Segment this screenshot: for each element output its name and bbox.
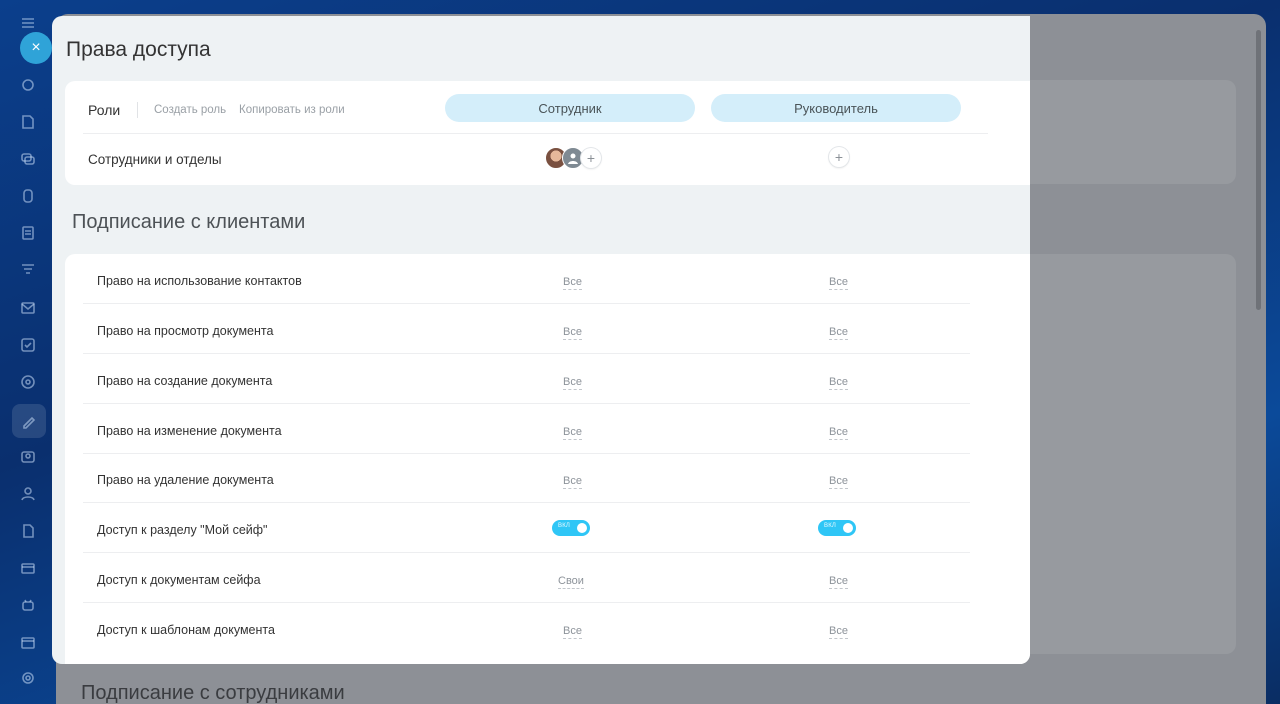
chat-icon[interactable] xyxy=(17,148,39,170)
background-section-title: Подписание с сотрудниками xyxy=(81,682,345,704)
safe-access-toggle-employee[interactable]: ВКЛ xyxy=(552,520,590,536)
permission-label: Право на удаление документа xyxy=(97,473,274,487)
roles-label: Роли xyxy=(88,102,121,118)
roles-card: Роли Создать роль Копировать из роли Сот… xyxy=(65,81,1030,185)
permission-label: Доступ к шаблонам документа xyxy=(97,623,275,637)
permission-value-employee[interactable]: Все xyxy=(563,474,582,489)
permission-value-employee[interactable]: Все xyxy=(563,275,582,290)
robot-icon[interactable] xyxy=(17,594,39,616)
permission-value-manager[interactable]: Все xyxy=(829,325,848,340)
permission-label: Право на изменение документа xyxy=(97,424,282,438)
document-edit-icon[interactable] xyxy=(17,111,39,133)
permission-label: Право на использование контактов xyxy=(97,274,302,288)
add-employee-button[interactable]: + xyxy=(581,148,601,168)
permission-value-employee[interactable]: Все xyxy=(563,325,582,340)
roles-header-row: Роли Создать роль Копировать из роли Сот… xyxy=(83,81,988,134)
section-title: Подписание с клиентами xyxy=(72,211,306,233)
copy-from-role-link[interactable]: Копировать из роли xyxy=(239,104,345,116)
permission-label: Право на просмотр документа xyxy=(97,324,274,338)
permission-value-manager[interactable]: Все xyxy=(829,574,848,589)
toggle-label: ВКЛ xyxy=(824,523,837,529)
permission-row: Право на использование контактов Все Все xyxy=(83,254,970,304)
close-icon: × xyxy=(31,39,41,56)
permission-value-employee[interactable]: Все xyxy=(563,425,582,440)
permission-label: Право на создание документа xyxy=(97,374,273,388)
menu-icon[interactable] xyxy=(17,12,39,34)
notes-icon[interactable] xyxy=(17,222,39,244)
permission-label: Доступ к разделу "Мой сейф" xyxy=(97,523,268,537)
permissions-card: Право на использование контактов Все Все… xyxy=(65,254,1030,664)
permission-row: Доступ к разделу "Мой сейф" ВКЛ ВКЛ xyxy=(83,503,970,553)
permission-value-manager[interactable]: Все xyxy=(829,425,848,440)
users-icon[interactable] xyxy=(17,483,39,505)
background-scrollbar[interactable] xyxy=(1256,30,1261,310)
create-role-link[interactable]: Создать роль xyxy=(154,104,226,116)
card-icon[interactable] xyxy=(17,557,39,579)
permission-value-employee[interactable]: Все xyxy=(563,375,582,390)
add-manager-button[interactable]: + xyxy=(829,147,849,167)
close-slider-button[interactable]: × xyxy=(20,32,52,64)
page-title: Права доступа xyxy=(66,38,211,61)
permission-row: Право на создание документа Все Все xyxy=(83,354,970,404)
background-card xyxy=(1030,80,1236,184)
feed-icon[interactable] xyxy=(17,74,39,96)
role-column-employee[interactable]: Сотрудник xyxy=(445,94,695,122)
staff-label: Сотрудники и отделы xyxy=(88,152,222,167)
permission-value-manager[interactable]: Все xyxy=(829,474,848,489)
permission-row: Право на просмотр документа Все Все xyxy=(83,304,970,354)
permission-value-manager[interactable]: Все xyxy=(829,375,848,390)
permission-row: Право на изменение документа Все Все xyxy=(83,404,970,454)
safe-access-toggle-manager[interactable]: ВКЛ xyxy=(818,520,856,536)
mail-icon[interactable] xyxy=(17,297,39,319)
access-rights-slider: Права доступа Роли Создать роль Копирова… xyxy=(52,16,1030,664)
user-icon xyxy=(568,153,578,164)
permission-value-employee[interactable]: Свои xyxy=(558,574,584,589)
tasks-icon[interactable] xyxy=(17,334,39,356)
permission-value-manager[interactable]: Все xyxy=(829,624,848,639)
calendar-icon[interactable] xyxy=(17,631,39,653)
staff-row: Сотрудники и отделы + + xyxy=(83,134,988,184)
permission-row: Право на удаление документа Все Все xyxy=(83,453,970,503)
toggle-knob xyxy=(577,523,587,533)
permission-row: Доступ к шаблонам документа Все Все xyxy=(83,603,970,652)
sign-icon[interactable] xyxy=(12,404,46,438)
role-column-manager[interactable]: Руководитель xyxy=(711,94,961,122)
goals-icon[interactable] xyxy=(17,371,39,393)
toggle-knob xyxy=(843,523,853,533)
permission-value-manager[interactable]: Все xyxy=(829,275,848,290)
toggle-label: ВКЛ xyxy=(558,523,571,529)
drive-icon[interactable] xyxy=(17,185,39,207)
permission-label: Доступ к документам сейфа xyxy=(97,573,261,587)
filter-icon[interactable] xyxy=(17,259,39,281)
permission-value-employee[interactable]: Все xyxy=(563,624,582,639)
permission-row: Доступ к документам сейфа Свои Все xyxy=(83,553,970,603)
file-icon[interactable] xyxy=(17,520,39,542)
settings-icon[interactable] xyxy=(17,667,39,689)
background-card xyxy=(1030,254,1236,654)
contacts-icon[interactable] xyxy=(17,446,39,468)
left-rail: × xyxy=(0,0,56,704)
divider xyxy=(137,102,138,118)
